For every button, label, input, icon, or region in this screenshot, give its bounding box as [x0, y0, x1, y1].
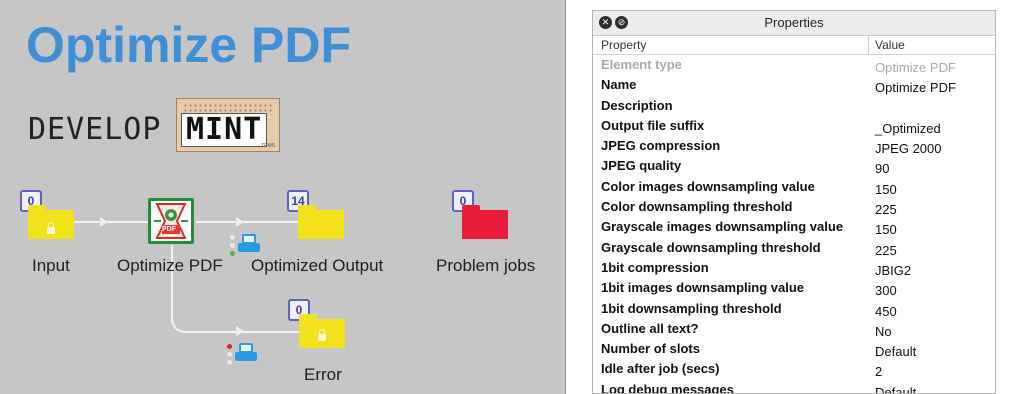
- status-dot-green: [230, 251, 235, 256]
- optimize-pdf-icon[interactable]: PDF: [148, 198, 194, 244]
- property-row[interactable]: 1bit images downsampling value 300: [593, 278, 995, 298]
- status-dot-red: [227, 344, 232, 349]
- property-name: Outline all text?: [601, 320, 699, 336]
- arrow-icon: [236, 217, 244, 227]
- property-row[interactable]: Color downsampling threshold 225: [593, 197, 995, 217]
- property-value[interactable]: JPEG 2000: [875, 141, 942, 156]
- property-name: 1bit images downsampling value: [601, 280, 804, 296]
- arrow-icon: [236, 326, 244, 336]
- property-name: Grayscale images downsampling value: [601, 219, 844, 235]
- input-folder-icon[interactable]: [28, 205, 74, 239]
- property-row[interactable]: Number of slots Default: [593, 339, 995, 359]
- property-value[interactable]: 150: [875, 182, 897, 197]
- property-value[interactable]: Default: [875, 344, 916, 359]
- problem-jobs-folder-icon[interactable]: [462, 205, 508, 239]
- logo-mint-subtext: TPMS: [261, 143, 275, 149]
- property-row[interactable]: Element type Optimize PDF: [593, 55, 995, 75]
- properties-titlebar: ✕ ⊘ Properties: [593, 11, 995, 36]
- property-name: Number of slots: [601, 341, 700, 357]
- property-name: Color downsampling threshold: [601, 199, 793, 215]
- properties-panel: ✕ ⊘ Properties Property Value Element ty…: [592, 10, 996, 394]
- property-row[interactable]: Output file suffix _Optimized: [593, 116, 995, 136]
- input-label: Input: [32, 256, 70, 275]
- property-name: 1bit downsampling threshold: [601, 300, 782, 316]
- column-header-property[interactable]: Property: [601, 38, 646, 52]
- property-value[interactable]: Default: [875, 385, 916, 393]
- property-value[interactable]: 150: [875, 222, 897, 237]
- property-row[interactable]: JPEG compression JPEG 2000: [593, 136, 995, 156]
- status-dot: [230, 243, 235, 248]
- property-value[interactable]: _Optimized: [875, 121, 941, 136]
- property-name: Element type: [601, 57, 682, 72]
- property-row[interactable]: Log debug messages Default: [593, 380, 995, 394]
- flow-title: Optimize PDF: [26, 17, 352, 73]
- property-name: Name: [601, 77, 637, 93]
- property-name: Log debug messages: [601, 381, 734, 394]
- property-value[interactable]: 450: [875, 304, 897, 319]
- error-folder-icon[interactable]: [299, 314, 345, 348]
- property-value[interactable]: 225: [875, 243, 897, 258]
- property-row[interactable]: Color images downsampling value 150: [593, 177, 995, 197]
- logo-develop-text: DEVELOP: [28, 112, 162, 147]
- property-name: Description: [601, 97, 673, 113]
- developmint-logo: DEVELOP MINT TPMS: [28, 98, 288, 154]
- properties-rows: Element type Optimize PDF Name Optimize PDF…: [593, 55, 995, 394]
- property-value[interactable]: 225: [875, 202, 897, 217]
- printer-icon[interactable]: [238, 234, 260, 254]
- property-row[interactable]: Grayscale images downsampling value 150: [593, 217, 995, 237]
- properties-title: Properties: [764, 15, 824, 30]
- status-dot: [230, 235, 235, 240]
- lock-icon: [318, 329, 326, 341]
- lock-icon: [47, 222, 55, 234]
- property-row[interactable]: 1bit downsampling threshold 450: [593, 299, 995, 319]
- pdf-icon-text: PDF: [162, 226, 176, 233]
- logo-mint-box: MINT TPMS: [176, 98, 280, 152]
- problem-jobs-label: Problem jobs: [436, 256, 536, 275]
- logo-mint-text: MINT: [181, 113, 268, 147]
- optimize-pdf-label: Optimize PDF: [117, 256, 223, 275]
- property-name: Output file suffix: [601, 117, 705, 133]
- property-value[interactable]: JBIG2: [875, 263, 911, 278]
- property-row[interactable]: Description: [593, 96, 995, 116]
- status-dot: [227, 360, 232, 365]
- property-name: Grayscale downsampling threshold: [601, 239, 821, 255]
- property-name: Color images downsampling value: [601, 178, 815, 194]
- property-value[interactable]: 2: [875, 364, 882, 379]
- property-name: JPEG quality: [601, 158, 682, 174]
- property-value[interactable]: Optimize PDF: [875, 60, 956, 75]
- property-row[interactable]: Outline all text? No: [593, 319, 995, 339]
- property-value[interactable]: 90: [875, 161, 889, 176]
- status-dot: [227, 352, 232, 357]
- property-value[interactable]: Optimize PDF: [875, 80, 956, 95]
- flow-canvas[interactable]: Optimize PDF DEVELOP MINT TPMS 0 Input P…: [0, 0, 566, 394]
- property-name: JPEG compression: [601, 138, 721, 154]
- arrow-icon: [100, 217, 108, 227]
- property-value[interactable]: No: [875, 324, 892, 339]
- property-row[interactable]: Name Optimize PDF: [593, 75, 995, 95]
- error-label: Error: [304, 365, 342, 384]
- printer-icon[interactable]: [235, 343, 257, 363]
- property-value[interactable]: 300: [875, 283, 897, 298]
- optimized-output-folder-icon[interactable]: [298, 205, 344, 239]
- optimized-output-label: Optimized Output: [251, 256, 384, 275]
- column-header-value[interactable]: Value: [875, 38, 905, 52]
- property-row[interactable]: Grayscale downsampling threshold 225: [593, 238, 995, 258]
- property-name: 1bit compression: [601, 259, 709, 275]
- property-name: Idle after job (secs): [601, 361, 720, 377]
- property-row[interactable]: 1bit compression JBIG2: [593, 258, 995, 278]
- properties-header: Property Value: [593, 36, 995, 55]
- connection-input-optimize[interactable]: [74, 221, 148, 223]
- column-divider[interactable]: [868, 36, 869, 54]
- property-row[interactable]: Idle after job (secs) 2: [593, 359, 995, 379]
- property-row[interactable]: JPEG quality 90: [593, 156, 995, 176]
- connection-optimize-output[interactable]: [196, 221, 298, 223]
